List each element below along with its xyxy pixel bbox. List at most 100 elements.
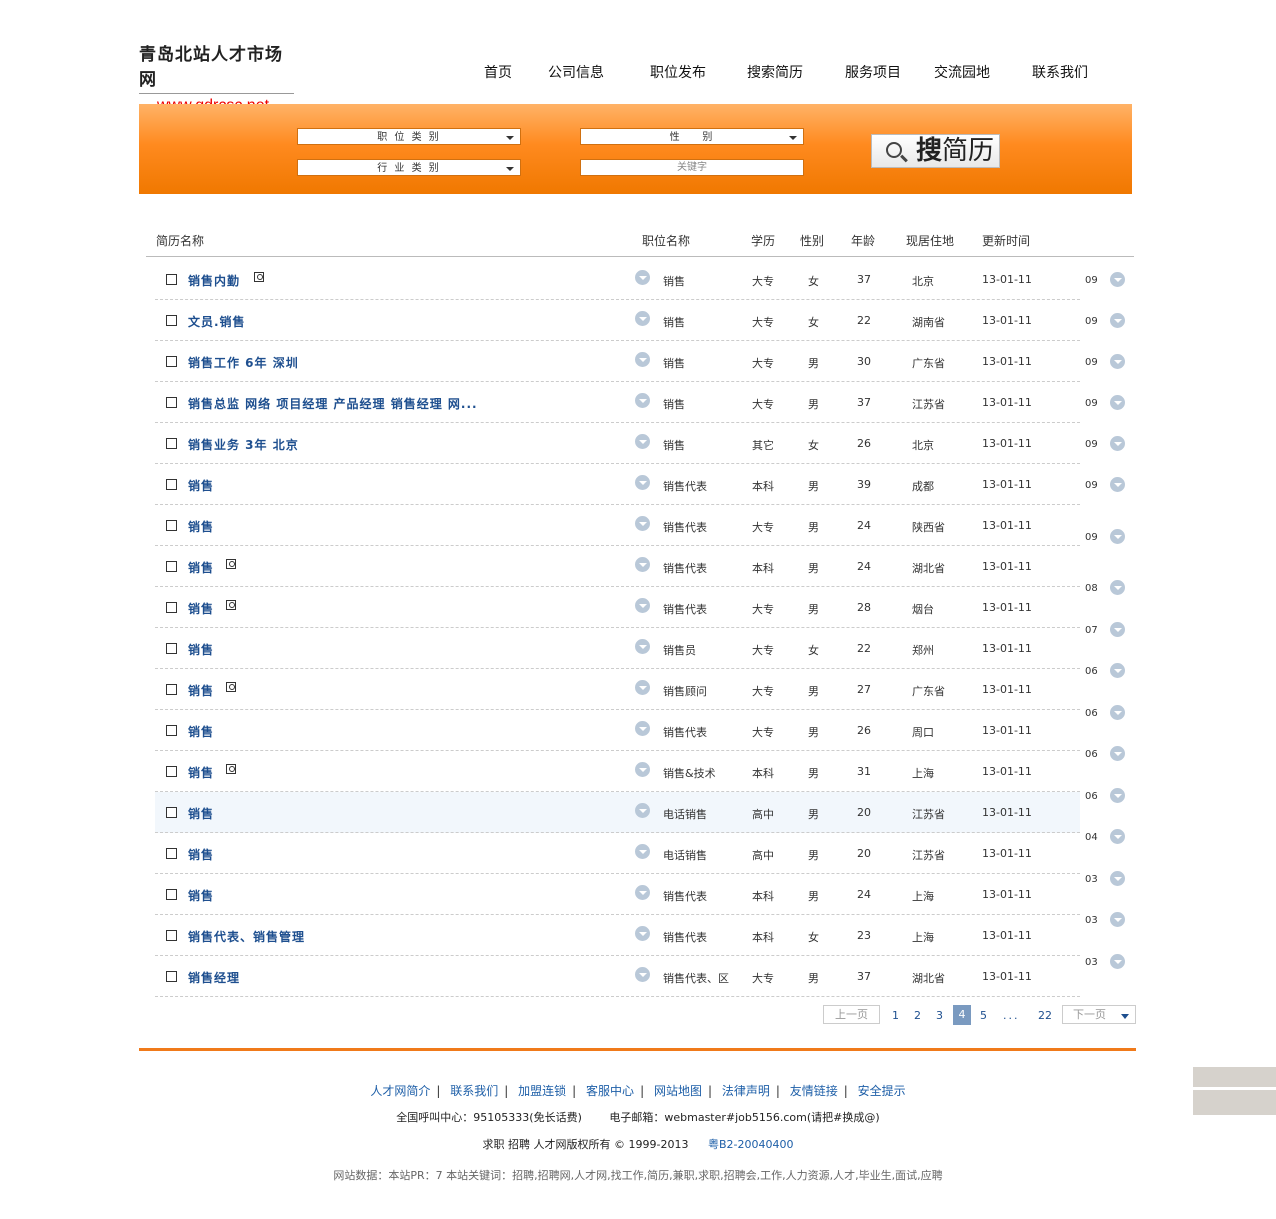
row-checkbox[interactable]: [166, 274, 177, 285]
row-checkbox[interactable]: [166, 807, 177, 818]
nav-forum[interactable]: 交流园地: [934, 62, 990, 82]
expand-icon[interactable]: [635, 967, 650, 982]
resume-name-link[interactable]: 销售代表、销售管理: [188, 928, 305, 945]
page-link[interactable]: 2: [914, 1009, 921, 1022]
row-checkbox[interactable]: [166, 520, 177, 531]
table-row[interactable]: 销售代表、销售管理 销售代表 本科 女 23 上海 13-01-11: [155, 915, 1080, 956]
expand-icon[interactable]: [635, 844, 650, 859]
table-row[interactable]: 销售 销售代表 本科 男 24 上海 13-01-11: [155, 874, 1080, 915]
expand-icon[interactable]: [635, 475, 650, 490]
resume-name-link[interactable]: 销售经理: [188, 969, 240, 986]
side-float-block[interactable]: [1193, 1090, 1276, 1115]
expand-icon[interactable]: [635, 393, 650, 408]
resume-name-link[interactable]: 销售: [188, 805, 214, 822]
table-row[interactable]: 销售 销售代表 本科 男 24 湖北省 13-01-11: [155, 546, 1080, 587]
row-checkbox[interactable]: [166, 602, 177, 613]
table-row[interactable]: 销售总监 网络 项目经理 产品经理 销售经理 网... 销售 大专 男 37 江苏省 13-…: [155, 382, 1080, 423]
row-checkbox[interactable]: [166, 766, 177, 777]
expand-icon[interactable]: [635, 762, 650, 777]
expand-icon[interactable]: [1110, 354, 1125, 369]
table-row[interactable]: 销售内勤 销售 大专 女 37 北京 13-01-11: [155, 259, 1080, 300]
icp-link[interactable]: 粤B2-20040400: [708, 1138, 794, 1151]
resume-name-link[interactable]: 销售: [188, 559, 214, 576]
row-checkbox[interactable]: [166, 561, 177, 572]
resume-name-link[interactable]: 销售: [188, 600, 214, 617]
gender-select[interactable]: 性 别: [580, 128, 804, 145]
footer-link-sitemap[interactable]: 网站地图: [654, 1084, 702, 1098]
resume-name-link[interactable]: 销售内勤: [188, 272, 240, 289]
keyword-input[interactable]: 关键字: [580, 159, 804, 176]
page-link[interactable]: 5: [980, 1009, 987, 1022]
expand-icon[interactable]: [1110, 912, 1125, 927]
resume-name-link[interactable]: 销售: [188, 764, 214, 781]
expand-icon[interactable]: [635, 885, 650, 900]
expand-icon[interactable]: [1110, 746, 1125, 761]
footer-link-friends[interactable]: 友情链接: [790, 1084, 838, 1098]
expand-icon[interactable]: [1110, 395, 1125, 410]
expand-icon[interactable]: [635, 598, 650, 613]
search-resume-button[interactable]: 搜简历: [871, 134, 1000, 168]
row-checkbox[interactable]: [166, 643, 177, 654]
expand-icon[interactable]: [635, 639, 650, 654]
row-checkbox[interactable]: [166, 438, 177, 449]
expand-icon[interactable]: [1110, 313, 1125, 328]
expand-icon[interactable]: [635, 926, 650, 941]
table-row[interactable]: 文员.销售 销售 大专 女 22 湖南省 13-01-11: [155, 300, 1080, 341]
expand-icon[interactable]: [1110, 829, 1125, 844]
row-checkbox[interactable]: [166, 397, 177, 408]
nav-post-job[interactable]: 职位发布: [650, 62, 706, 82]
table-row[interactable]: 销售 销售员 大专 女 22 郑州 13-01-11: [155, 628, 1080, 669]
expand-icon[interactable]: [1110, 529, 1125, 544]
footer-link-security[interactable]: 安全提示: [858, 1084, 906, 1098]
expand-icon[interactable]: [635, 516, 650, 531]
expand-icon[interactable]: [1110, 954, 1125, 969]
industry-select[interactable]: 行 业 类 别: [297, 159, 521, 176]
expand-icon[interactable]: [1110, 436, 1125, 451]
nav-home[interactable]: 首页: [484, 62, 512, 82]
nav-contact[interactable]: 联系我们: [1032, 62, 1088, 82]
expand-icon[interactable]: [635, 557, 650, 572]
nav-company[interactable]: 公司信息: [548, 62, 604, 82]
table-row[interactable]: 销售 销售代表 大专 男 24 陕西省 13-01-11: [155, 505, 1080, 546]
row-checkbox[interactable]: [166, 930, 177, 941]
expand-icon[interactable]: [635, 680, 650, 695]
resume-name-link[interactable]: 销售: [188, 518, 214, 535]
resume-name-link[interactable]: 销售: [188, 846, 214, 863]
expand-icon[interactable]: [1110, 663, 1125, 678]
resume-name-link[interactable]: 销售: [188, 682, 214, 699]
job-category-select[interactable]: 职 位 类 别: [297, 128, 521, 145]
resume-name-link[interactable]: 销售工作 6年 深圳: [188, 354, 299, 371]
row-checkbox[interactable]: [166, 971, 177, 982]
table-row[interactable]: 销售 销售顾问 大专 男 27 广东省 13-01-11: [155, 669, 1080, 710]
table-row[interactable]: 销售工作 6年 深圳 销售 大专 男 30 广东省 13-01-11: [155, 341, 1080, 382]
resume-name-link[interactable]: 销售业务 3年 北京: [188, 436, 299, 453]
resume-name-link[interactable]: 销售: [188, 641, 214, 658]
resume-name-link[interactable]: 销售: [188, 723, 214, 740]
row-checkbox[interactable]: [166, 315, 177, 326]
row-checkbox[interactable]: [166, 684, 177, 695]
table-row[interactable]: 销售 销售&技术 本科 男 31 上海 13-01-11: [155, 751, 1080, 792]
expand-icon[interactable]: [1110, 272, 1125, 287]
footer-link-franchise[interactable]: 加盟连锁: [518, 1084, 566, 1098]
nav-search-resume[interactable]: 搜索简历: [747, 62, 803, 82]
expand-icon[interactable]: [1110, 477, 1125, 492]
row-checkbox[interactable]: [166, 479, 177, 490]
table-row[interactable]: 销售 销售代表 大专 男 28 烟台 13-01-11: [155, 587, 1080, 628]
table-row[interactable]: 销售经理 销售代表、区 大专 男 37 湖北省 13-01-11: [155, 956, 1080, 997]
footer-link-support[interactable]: 客服中心: [586, 1084, 634, 1098]
page-link[interactable]: 22: [1038, 1009, 1052, 1022]
resume-name-link[interactable]: 销售: [188, 477, 214, 494]
table-row[interactable]: 销售 电话销售 高中 男 20 江苏省 13-01-11: [155, 833, 1080, 874]
page-link[interactable]: 3: [936, 1009, 943, 1022]
expand-icon[interactable]: [635, 434, 650, 449]
table-row[interactable]: 销售业务 3年 北京 销售 其它 女 26 北京 13-01-11: [155, 423, 1080, 464]
table-row[interactable]: 销售 销售代表 大专 男 26 周口 13-01-11: [155, 710, 1080, 751]
table-row[interactable]: 销售 电话销售 高中 男 20 江苏省 13-01-11: [155, 792, 1080, 833]
expand-icon[interactable]: [1110, 705, 1125, 720]
expand-icon[interactable]: [635, 270, 650, 285]
expand-icon[interactable]: [1110, 580, 1125, 595]
row-checkbox[interactable]: [166, 725, 177, 736]
next-page-button[interactable]: 下一页: [1062, 1005, 1136, 1024]
expand-icon[interactable]: [635, 803, 650, 818]
expand-icon[interactable]: [635, 311, 650, 326]
